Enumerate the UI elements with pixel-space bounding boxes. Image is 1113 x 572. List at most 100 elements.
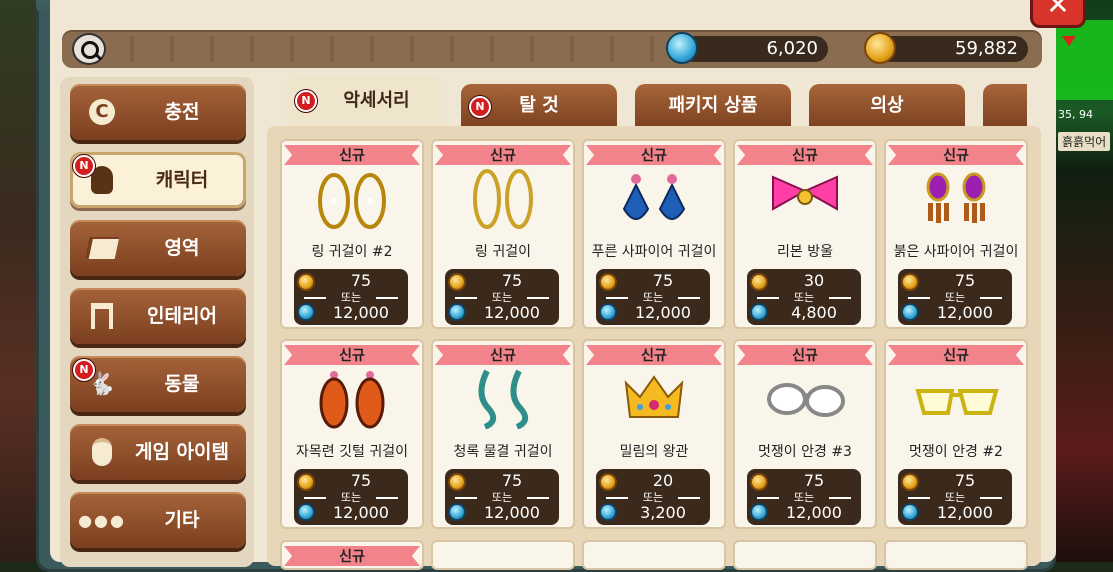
gem-price: 3,200 <box>640 503 686 522</box>
new-label: 신규 <box>641 148 667 164</box>
stool-icon <box>86 300 118 332</box>
tab-packages[interactable]: 패키지 상품 <box>635 84 791 126</box>
item-card[interactable]: 신규 리본 방울 30 또는 4,800 <box>733 139 877 329</box>
gem-price: 12,000 <box>786 503 842 522</box>
gem-icon <box>297 303 315 321</box>
ring-earrings-icon <box>473 169 533 229</box>
new-label: 신규 <box>339 549 365 565</box>
gem-balance: 6,020 <box>680 36 828 62</box>
item-name: 리본 방울 <box>777 244 833 260</box>
gem-price: 12,000 <box>333 303 389 322</box>
tab-label: 의상 <box>870 95 904 116</box>
item-card[interactable]: 신규 멋쟁이 안경 #3 75 또는 12,000 <box>733 339 877 529</box>
gem-icon <box>666 32 698 64</box>
hud-player-tag: 흙흙먹어 <box>1058 132 1111 151</box>
game-background-right <box>1053 0 1113 562</box>
tab-clothing[interactable]: 의상 <box>809 84 965 126</box>
game-background-left <box>0 0 36 562</box>
tab-label: 악세서리 <box>343 90 410 111</box>
item-name: 멋쟁이 안경 #3 <box>758 444 852 460</box>
new-label: 신규 <box>339 148 365 164</box>
gem-price: 12,000 <box>937 503 993 522</box>
gold-price: 75 <box>350 471 372 490</box>
price-box: 75 또는 12,000 <box>596 269 710 325</box>
price-box: 75 또는 12,000 <box>747 469 861 525</box>
glasses-2-icon <box>915 389 999 415</box>
ribbon-bell-icon <box>772 175 838 211</box>
sidebar-item-etc[interactable]: ●●● 기타 <box>70 492 246 548</box>
gold-price: 20 <box>652 471 674 490</box>
blue-sapphire-earrings-icon <box>622 174 686 220</box>
item-card[interactable] <box>431 540 575 570</box>
gold-coin-icon <box>864 32 896 64</box>
gold-price: 75 <box>954 471 976 490</box>
ring-earrings-2-icon <box>318 173 386 229</box>
tab-more[interactable] <box>983 84 1027 126</box>
item-name: 붉은 사파이어 귀걸이 <box>893 244 1019 260</box>
glasses-3-icon <box>767 383 845 417</box>
gem-icon <box>448 303 466 321</box>
item-card[interactable]: 신규 자목련 깃털 귀걸이 75 또는 12,000 <box>280 339 424 529</box>
gold-price: 75 <box>652 271 674 290</box>
teal-wave-earrings-icon <box>478 369 529 429</box>
gem-icon <box>599 503 617 521</box>
gold-price: 75 <box>501 271 523 290</box>
gem-icon <box>750 303 768 321</box>
item-card[interactable] <box>733 540 877 570</box>
tab-mounts[interactable]: 탈 것 N <box>461 84 617 126</box>
sidebar-item-label: 캐릭터 <box>155 169 209 191</box>
new-badge-icon: N <box>73 359 95 381</box>
arrow-down-icon <box>1062 36 1076 46</box>
item-card[interactable] <box>884 540 1028 570</box>
gem-price: 12,000 <box>484 503 540 522</box>
new-label: 신규 <box>490 148 516 164</box>
item-name: 링 귀걸이 #2 <box>311 244 393 260</box>
sidebar-item-charge[interactable]: C 충전 <box>70 84 246 140</box>
sidebar-item-label: 게임 아이템 <box>134 441 229 463</box>
gold-price: 75 <box>350 271 372 290</box>
gem-icon <box>297 503 315 521</box>
tab-label: 패키지 상품 <box>668 95 758 116</box>
close-button[interactable]: ✕ <box>1030 0 1086 28</box>
item-card[interactable]: 신규 푸른 사파이어 귀걸이 75 또는 12,000 <box>582 139 726 329</box>
gold-price: 30 <box>803 271 825 290</box>
item-card[interactable] <box>582 540 726 570</box>
price-box: 75 또는 12,000 <box>445 269 559 325</box>
sidebar-item-interior[interactable]: 인테리어 <box>70 288 246 344</box>
sidebar-item-character[interactable]: 캐릭터 N <box>70 152 246 208</box>
search-button[interactable] <box>72 33 106 65</box>
item-card[interactable]: 신규 링 귀걸이 #2 75 또는 12,000 <box>280 139 424 329</box>
sidebar-item-label: 동물 <box>164 373 200 395</box>
magnolia-feather-earrings-icon <box>319 371 385 429</box>
price-box: 30 또는 4,800 <box>747 269 861 325</box>
item-card[interactable]: 신규 <box>280 540 424 570</box>
item-card[interactable]: 신규 링 귀걸이 75 또는 12,000 <box>431 139 575 329</box>
tab-accessories[interactable]: 악세서리 N <box>287 76 442 128</box>
price-box: 75 또는 12,000 <box>445 469 559 525</box>
item-name: 밀림의 왕관 <box>619 444 689 460</box>
new-label: 신규 <box>943 148 969 164</box>
sidebar-item-label: 기타 <box>164 509 200 531</box>
coupon-c-icon: C <box>86 96 118 128</box>
item-name: 링 귀걸이 <box>475 244 531 260</box>
tab-label: 탈 것 <box>519 95 559 116</box>
sidebar-item-game-items[interactable]: 게임 아이템 <box>70 424 246 480</box>
map-icon <box>84 232 120 264</box>
minimap-green <box>1053 20 1113 100</box>
new-label: 신규 <box>792 348 818 364</box>
new-badge-icon: N <box>295 90 317 112</box>
gem-icon <box>448 503 466 521</box>
item-card[interactable]: 신규 멋쟁이 안경 #2 75 또는 12,000 <box>884 339 1028 529</box>
sidebar-item-area[interactable]: 영역 <box>70 220 246 276</box>
gold-price: 75 <box>501 471 523 490</box>
gold-balance: 59,882 <box>878 36 1028 62</box>
potion-icon <box>86 436 118 468</box>
item-card[interactable]: 신규 밀림의 왕관 20 또는 3,200 <box>582 339 726 529</box>
new-label: 신규 <box>943 348 969 364</box>
ornament-decoration <box>112 36 672 62</box>
sidebar-item-animal[interactable]: 🐇 동물 N <box>70 356 246 412</box>
item-card[interactable]: 신규 붉은 사파이어 귀걸이 75 또는 12,000 <box>884 139 1028 329</box>
price-box: 20 또는 3,200 <box>596 469 710 525</box>
item-card[interactable]: 신규 청록 물결 귀걸이 75 또는 12,000 <box>431 339 575 529</box>
new-badge-icon: N <box>73 155 95 177</box>
